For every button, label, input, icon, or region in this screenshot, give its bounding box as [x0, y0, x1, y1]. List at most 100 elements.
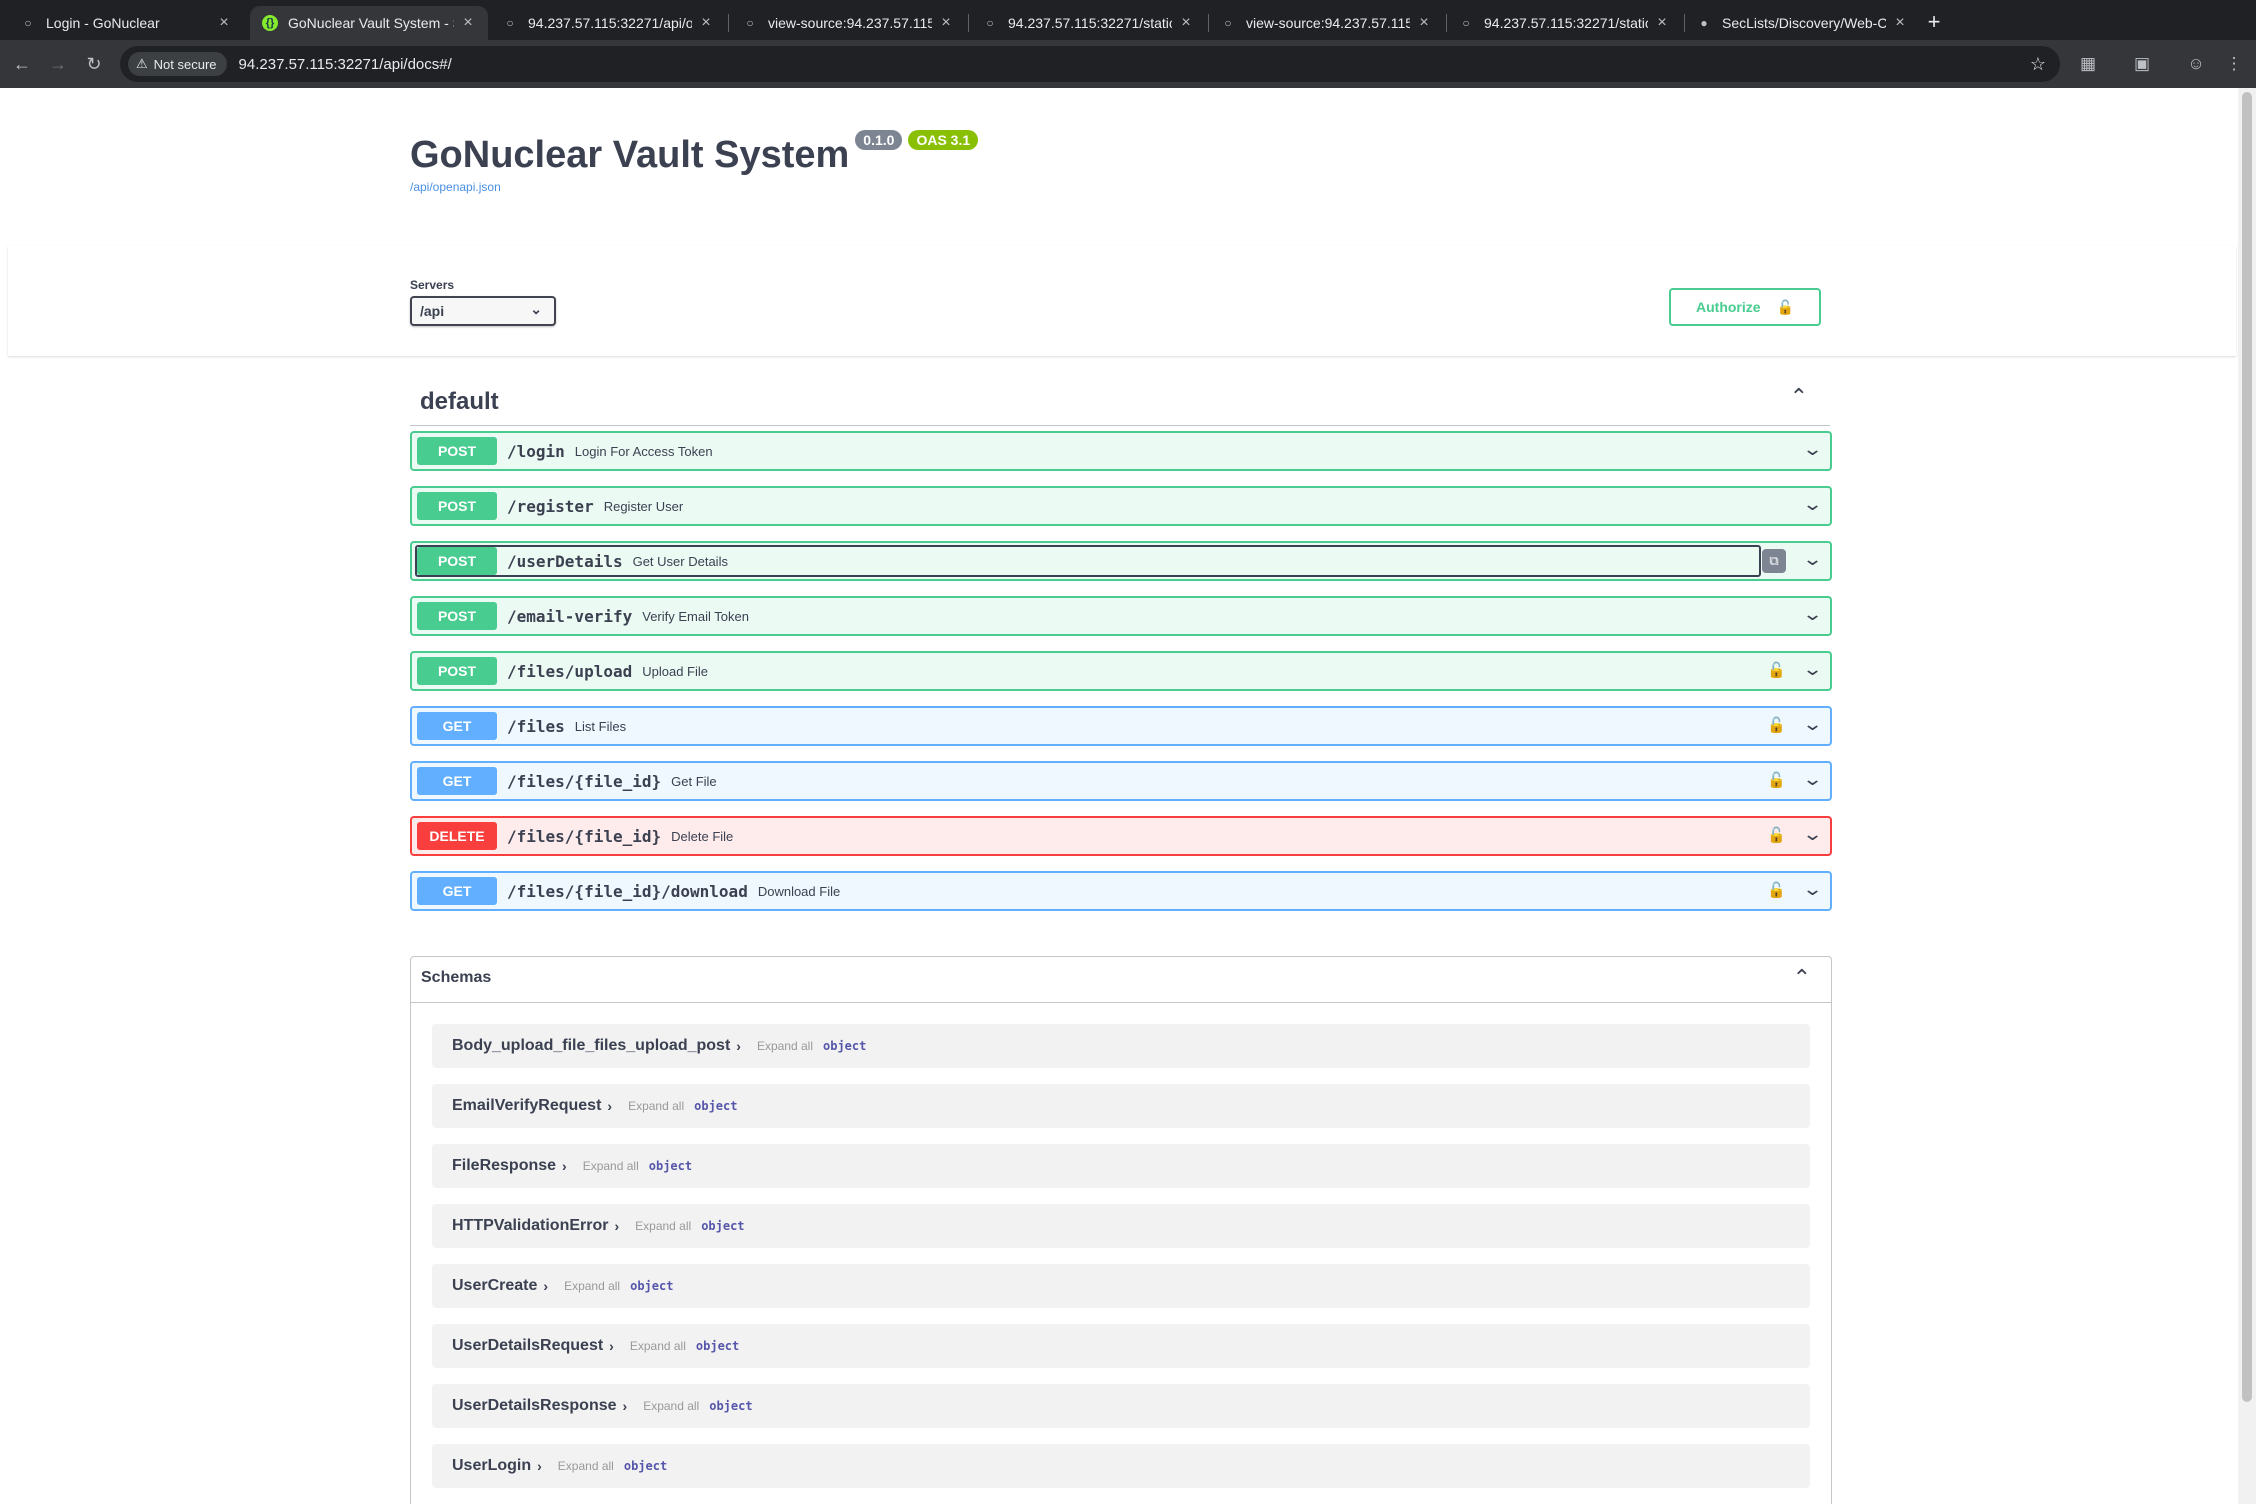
- operation-post-files-upload[interactable]: POST /files/upload Upload File 🔓 ⌄: [410, 651, 1832, 691]
- authorize-button[interactable]: Authorize 🔓: [1669, 288, 1821, 326]
- operation-path: /files/{file_id}/download: [507, 881, 748, 901]
- operation-path: /files/{file_id}: [507, 826, 662, 846]
- tag-section-header[interactable]: default ⌃: [410, 378, 1830, 426]
- warning-icon: ⚠: [136, 56, 148, 71]
- openapi-json-link[interactable]: /api/openapi.json: [410, 180, 501, 194]
- reload-icon[interactable]: ↻: [80, 50, 108, 78]
- browser-tab[interactable]: ○ view-source:94.237.57.115:3 ×: [1208, 6, 1444, 40]
- servers-select[interactable]: /api ⌄: [410, 296, 556, 326]
- close-icon[interactable]: ×: [938, 14, 954, 31]
- url-text[interactable]: 94.237.57.115:32271/api/docs#/: [239, 56, 452, 73]
- operation-get-file-download[interactable]: GET /files/{file_id}/download Download F…: [410, 871, 1832, 911]
- schema-name: EmailVerifyRequest: [452, 1097, 602, 1114]
- operation-post-register[interactable]: POST /register Register User ⌄: [410, 486, 1832, 526]
- operation-path: /register: [507, 496, 594, 516]
- unlock-icon[interactable]: 🔓: [1767, 661, 1786, 679]
- method-badge: DELETE: [417, 822, 497, 850]
- unlock-icon[interactable]: 🔓: [1767, 826, 1786, 844]
- schema-item[interactable]: UserCreate › Expand all object: [432, 1264, 1810, 1308]
- expand-all-link[interactable]: Expand all: [583, 1159, 639, 1173]
- menu-icon[interactable]: ⋮: [2220, 50, 2248, 78]
- browser-tab-active[interactable]: {} GoNuclear Vault System - Sw ×: [250, 6, 488, 40]
- schemas-header[interactable]: Schemas ⌃: [411, 957, 1831, 1003]
- close-icon[interactable]: ×: [698, 14, 714, 31]
- chevron-up-icon[interactable]: ⌃: [1793, 965, 1811, 991]
- schema-item[interactable]: FileResponse › Expand all object: [432, 1144, 1810, 1188]
- browser-tab[interactable]: ○ 94.237.57.115:32271/static/a ×: [1446, 6, 1682, 40]
- schema-item[interactable]: UserDetailsRequest › Expand all object: [432, 1324, 1810, 1368]
- chevron-right-icon: ›: [607, 1098, 613, 1114]
- forward-icon[interactable]: →: [44, 50, 72, 78]
- chevron-down-icon[interactable]: ⌄: [1802, 604, 1823, 625]
- chevron-up-icon[interactable]: ⌃: [1790, 384, 1808, 410]
- schema-item[interactable]: Body_upload_file_files_upload_post › Exp…: [432, 1024, 1810, 1068]
- unlock-icon[interactable]: 🔓: [1767, 881, 1786, 899]
- expand-all-link[interactable]: Expand all: [628, 1099, 684, 1113]
- schema-item[interactable]: UserLogin › Expand all object: [432, 1444, 1810, 1488]
- new-tab-button[interactable]: +: [1920, 8, 1948, 36]
- back-icon[interactable]: ←: [8, 50, 36, 78]
- expand-all-link[interactable]: Expand all: [564, 1279, 620, 1293]
- close-icon[interactable]: ×: [1654, 14, 1670, 31]
- close-icon[interactable]: ×: [1178, 14, 1194, 31]
- operation-get-file[interactable]: GET /files/{file_id} Get File 🔓 ⌄: [410, 761, 1832, 801]
- scrollbar-thumb[interactable]: [2242, 92, 2252, 1402]
- operation-summary: Get File: [671, 773, 717, 789]
- expand-all-link[interactable]: Expand all: [558, 1459, 614, 1473]
- schema-item[interactable]: UserDetailsResponse › Expand all object: [432, 1384, 1810, 1428]
- close-icon[interactable]: ×: [1892, 14, 1908, 31]
- schema-item[interactable]: HTTPValidationError › Expand all object: [432, 1204, 1810, 1248]
- operation-delete-file[interactable]: DELETE /files/{file_id} Delete File 🔓 ⌄: [410, 816, 1832, 856]
- profile-icon[interactable]: ☺: [2182, 50, 2210, 78]
- close-icon[interactable]: ×: [460, 14, 476, 31]
- chevron-down-icon[interactable]: ⌄: [1802, 549, 1823, 570]
- operation-path: /email-verify: [507, 606, 633, 626]
- extensions-icon[interactable]: ▦: [2074, 50, 2102, 78]
- chevron-right-icon: ›: [609, 1338, 614, 1354]
- api-title: GoNuclear Vault System 0.1.0 OAS 3.1: [410, 130, 979, 177]
- operation-post-userdetails[interactable]: POST /userDetails Get User Details ⧉ ⌄: [410, 541, 1832, 581]
- chevron-down-icon[interactable]: ⌄: [1802, 494, 1823, 515]
- method-badge: GET: [417, 767, 497, 795]
- operation-path: /userDetails: [507, 551, 623, 571]
- close-icon[interactable]: ×: [216, 14, 232, 31]
- operation-summary: Upload File: [642, 663, 708, 679]
- browser-tab[interactable]: ○ 94.237.57.115:32271/static/a ×: [970, 6, 1206, 40]
- schema-item[interactable]: EmailVerifyRequest › Expand all object: [432, 1084, 1810, 1128]
- media-icon[interactable]: ▣: [2128, 50, 2156, 78]
- schemas-title: Schemas: [421, 969, 492, 986]
- expand-all-link[interactable]: Expand all: [643, 1399, 699, 1413]
- chevron-down-icon[interactable]: ⌄: [1802, 714, 1823, 735]
- unlock-icon[interactable]: 🔓: [1767, 771, 1786, 789]
- copy-icon[interactable]: ⧉: [1762, 549, 1786, 573]
- swagger-icon: {}: [262, 15, 278, 31]
- expand-all-link[interactable]: Expand all: [757, 1039, 813, 1053]
- bookmark-star-icon[interactable]: ☆: [2030, 54, 2046, 75]
- browser-tab[interactable]: ● SecLists/Discovery/Web-Co ×: [1684, 6, 1920, 40]
- chevron-right-icon: ›: [562, 1158, 567, 1174]
- browser-tab[interactable]: ○ view-source:94.237.57.115:3 ×: [730, 6, 966, 40]
- close-icon[interactable]: ×: [1416, 14, 1432, 31]
- chevron-down-icon[interactable]: ⌄: [1802, 769, 1823, 790]
- chevron-down-icon[interactable]: ⌄: [1802, 659, 1823, 680]
- browser-tab[interactable]: ○ Login - GoNuclear ×: [8, 6, 244, 40]
- browser-tab[interactable]: ○ 94.237.57.115:32271/api/op ×: [490, 6, 726, 40]
- security-indicator[interactable]: ⚠ Not secure: [128, 52, 227, 76]
- security-label: Not secure: [153, 56, 217, 72]
- expand-all-link[interactable]: Expand all: [635, 1219, 691, 1233]
- operation-summary: Get User Details: [632, 553, 728, 569]
- tab-title: GoNuclear Vault System - Sw: [288, 15, 454, 31]
- chevron-down-icon[interactable]: ⌄: [1802, 439, 1823, 460]
- unlock-icon[interactable]: 🔓: [1767, 716, 1786, 734]
- operation-post-email-verify[interactable]: POST /email-verify Verify Email Token ⌄: [410, 596, 1832, 636]
- page-title: GoNuclear Vault System: [410, 134, 850, 176]
- chevron-down-icon[interactable]: ⌄: [1802, 879, 1823, 900]
- chevron-down-icon[interactable]: ⌄: [1802, 824, 1823, 845]
- operation-summary: List Files: [574, 718, 627, 734]
- operation-post-login[interactable]: POST /login Login For Access Token ⌄: [410, 431, 1832, 471]
- operation-get-files[interactable]: GET /files List Files 🔓 ⌄: [410, 706, 1832, 746]
- authorize-label: Authorize: [1696, 299, 1761, 315]
- expand-all-link[interactable]: Expand all: [630, 1339, 686, 1353]
- chevron-right-icon: ›: [736, 1038, 741, 1054]
- address-bar[interactable]: ⚠ Not secure 94.237.57.115:32271/api/doc…: [120, 46, 2060, 82]
